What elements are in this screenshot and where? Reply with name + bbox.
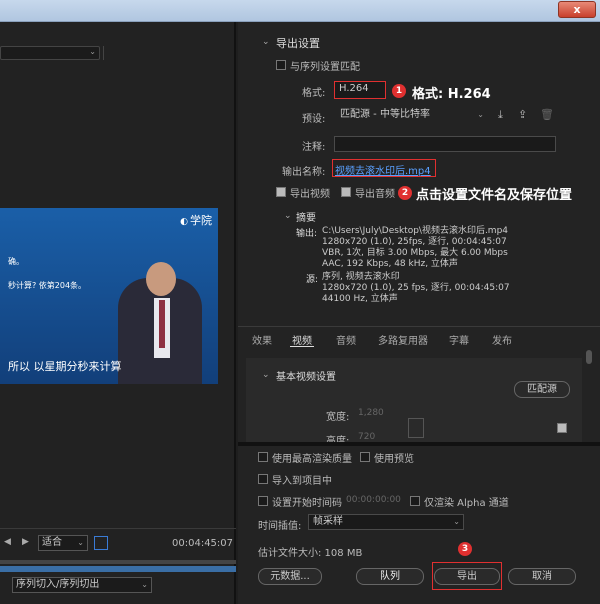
tab-captions[interactable]: 字幕 bbox=[449, 332, 469, 347]
section-title: 导出设置 bbox=[276, 37, 320, 50]
prev-icon[interactable]: ◀ bbox=[4, 537, 11, 547]
source-summary-label: 源: bbox=[306, 275, 319, 285]
source-summary-line: 44100 Hz, 立体声 bbox=[322, 294, 398, 304]
export-video-checkbox[interactable] bbox=[276, 187, 286, 197]
import-project-label: 导入到项目中 bbox=[272, 476, 332, 487]
chevron-down-icon: ⌄ bbox=[77, 538, 84, 547]
interpolation-label: 时间插值: bbox=[258, 521, 302, 532]
filesize-label: 估计文件大小: 108 MB bbox=[258, 548, 363, 559]
alpha-only-label: 仅渲染 Alpha 通道 bbox=[424, 498, 509, 509]
collapse-icon[interactable]: ⌄ bbox=[262, 370, 270, 380]
export-button[interactable]: 导出 bbox=[434, 568, 500, 585]
source-summary-line: 1280x720 (1.0), 25 fps, 逐行, 00:04:45:07 bbox=[322, 283, 510, 293]
output-name-link[interactable]: 视频去滚水印后.mp4 bbox=[332, 159, 436, 177]
zoom-select[interactable]: 适合 ⌄ bbox=[38, 535, 88, 551]
output-summary-line: 1280x720 (1.0), 25fps, 逐行, 00:04:45:07 bbox=[322, 237, 507, 247]
cancel-button[interactable]: 取消 bbox=[508, 568, 576, 585]
match-sequence-label: 与序列设置匹配 bbox=[290, 62, 360, 73]
collapse-icon[interactable]: ⌄ bbox=[284, 211, 292, 221]
output-name-text[interactable]: 视频去滚水印后.mp4 bbox=[335, 166, 431, 177]
video-logo: ◐ 学院 bbox=[180, 214, 212, 227]
collapse-icon[interactable]: ⌄ bbox=[262, 37, 270, 47]
width-label: 宽度: bbox=[326, 412, 350, 423]
output-summary-line: AAC, 192 Kbps, 48 kHz, 立体声 bbox=[322, 259, 458, 269]
delete-preset-icon[interactable]: 🗑 bbox=[540, 108, 554, 121]
width-checkbox[interactable] bbox=[557, 423, 567, 433]
summary-title: 摘要 bbox=[296, 213, 316, 224]
start-tc-checkbox[interactable] bbox=[258, 496, 268, 506]
next-icon[interactable]: ▶ bbox=[22, 537, 29, 547]
export-audio-label: 导出音频 bbox=[355, 189, 395, 200]
export-audio-checkbox[interactable] bbox=[341, 187, 351, 197]
source-range-select[interactable]: 序列切入/序列切出 ⌄ bbox=[12, 577, 152, 593]
interpolation-select[interactable]: 帧采样 ⌄ bbox=[308, 514, 464, 530]
match-sequence-checkbox[interactable] bbox=[276, 60, 286, 70]
annotation-callout: 格式: H.264 bbox=[412, 87, 491, 102]
width-value[interactable]: 1,280 bbox=[358, 408, 384, 418]
format-label: 格式: bbox=[302, 88, 326, 99]
comment-input[interactable] bbox=[334, 136, 556, 152]
format-select[interactable]: H.264 bbox=[334, 81, 386, 99]
source-summary-line: 序列, 视频去滚水印 bbox=[322, 272, 400, 282]
tab-audio[interactable]: 音频 bbox=[336, 332, 356, 347]
preset-select[interactable]: 匹配源 - 中等比特率 ⌄ bbox=[336, 108, 486, 124]
fit-icon[interactable] bbox=[94, 536, 108, 550]
annotation-badge: 2 bbox=[398, 186, 412, 200]
save-preset-icon[interactable]: ⤓ bbox=[498, 108, 503, 122]
video-text-line: 秒计算? 依第204条。 bbox=[8, 281, 87, 290]
use-previews-label: 使用预览 bbox=[374, 454, 414, 465]
divider bbox=[238, 326, 600, 327]
max-quality-label: 使用最高渲染质量 bbox=[272, 454, 352, 465]
active-tab-indicator bbox=[290, 346, 314, 347]
link-icon[interactable] bbox=[408, 418, 424, 438]
max-quality-checkbox[interactable] bbox=[258, 452, 268, 462]
timeline-range[interactable] bbox=[0, 566, 236, 572]
annotation-callout: 点击设置文件名及保存位置 bbox=[416, 188, 573, 203]
metadata-button[interactable]: 元数据... bbox=[258, 568, 322, 585]
comment-label: 注释: bbox=[302, 142, 326, 153]
window-titlebar: x bbox=[0, 0, 600, 22]
annotation-badge: 1 bbox=[392, 84, 406, 98]
start-tc-label: 设置开始时间码 bbox=[272, 498, 342, 509]
output-summary-line: C:\Users\July\Desktop\视频去滚水印后.mp4 bbox=[322, 226, 509, 236]
timeline-ruler bbox=[0, 560, 236, 564]
scrollbar-thumb[interactable] bbox=[586, 350, 592, 364]
video-preview: ◐ 学院 确。 秒计算? 依第204条。 所以 以星期分秒来计算 bbox=[0, 208, 218, 384]
height-value[interactable]: 720 bbox=[358, 432, 375, 442]
presenter-tie bbox=[159, 300, 165, 348]
presenter-head bbox=[146, 262, 176, 296]
tab-multiplexer[interactable]: 多路复用器 bbox=[378, 332, 428, 347]
tab-video[interactable]: 视频 bbox=[292, 332, 312, 347]
video-settings-title: 基本视频设置 bbox=[276, 372, 336, 383]
use-previews-checkbox[interactable] bbox=[360, 452, 370, 462]
queue-button[interactable]: 队列 bbox=[356, 568, 424, 585]
close-button[interactable]: x bbox=[558, 1, 596, 18]
preset-label: 预设: bbox=[302, 114, 326, 125]
divider bbox=[238, 442, 600, 446]
output-name-label: 输出名称: bbox=[282, 167, 326, 178]
video-text-line: 确。 bbox=[8, 257, 24, 266]
output-summary-label: 输出: bbox=[296, 229, 318, 239]
chevron-down-icon: ⌄ bbox=[89, 47, 96, 56]
chevron-down-icon: ⌄ bbox=[141, 580, 148, 589]
import-preset-icon[interactable]: ⇪ bbox=[518, 108, 527, 121]
annotation-badge: 3 bbox=[458, 542, 472, 556]
timecode-display: 00:04:45:07 bbox=[172, 538, 234, 549]
video-caption: 所以 以星期分秒来计算 bbox=[8, 360, 122, 373]
divider bbox=[0, 528, 236, 529]
chevron-down-icon: ⌄ bbox=[477, 110, 484, 119]
start-tc-value[interactable]: 00:00:00:00 bbox=[346, 495, 401, 505]
tab-effects[interactable]: 效果 bbox=[252, 332, 272, 347]
tab-publish[interactable]: 发布 bbox=[492, 332, 512, 347]
export-video-label: 导出视频 bbox=[290, 189, 330, 200]
output-summary-line: VBR, 1次, 目标 3.00 Mbps, 最大 6.00 Mbps bbox=[322, 248, 508, 258]
import-project-checkbox[interactable] bbox=[258, 474, 268, 484]
alpha-only-checkbox[interactable] bbox=[410, 496, 420, 506]
match-source-button[interactable]: 匹配源 bbox=[514, 381, 570, 398]
chevron-down-icon: ⌄ bbox=[453, 517, 460, 526]
source-dropdown[interactable]: ⌄ bbox=[0, 46, 100, 60]
divider bbox=[103, 46, 104, 60]
